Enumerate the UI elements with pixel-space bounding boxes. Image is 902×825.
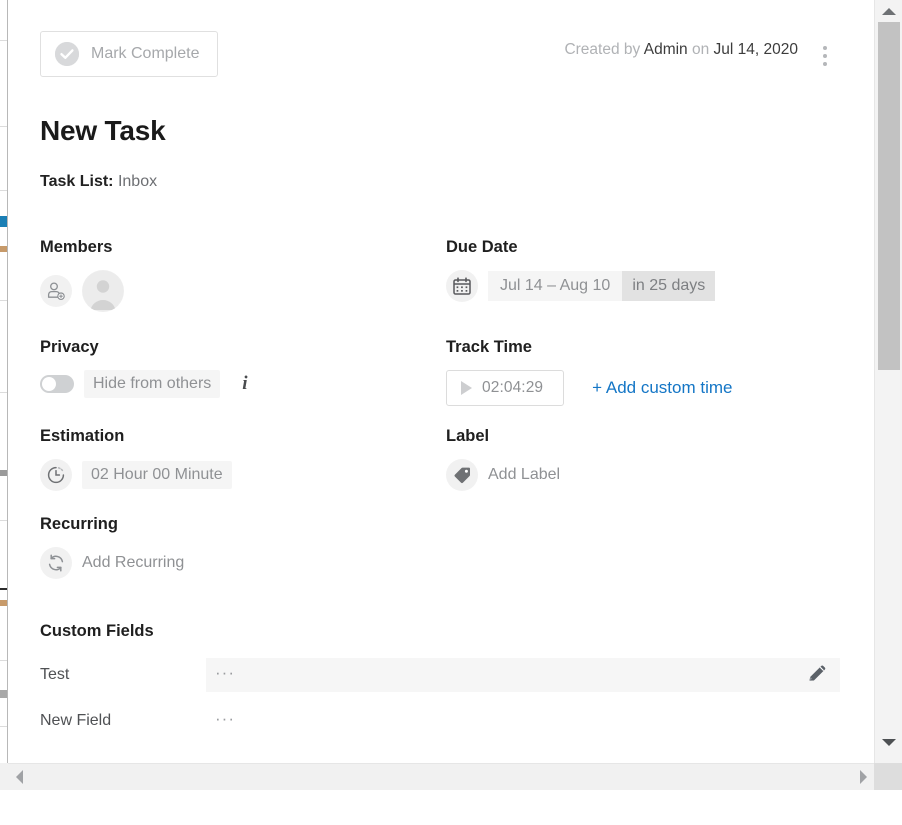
hide-from-others-label: Hide from others <box>84 370 221 398</box>
timer-start-button[interactable]: 02:04:29 <box>446 370 565 406</box>
check-circle-icon <box>55 42 79 66</box>
privacy-heading: Privacy <box>40 338 99 356</box>
created-by-info: Created by Admin on Jul 14, 2020 <box>564 41 798 59</box>
vertical-scrollbar[interactable] <box>874 0 902 763</box>
triangle-right <box>859 770 867 784</box>
track-time-body: 02:04:29 + Add custom time <box>446 370 732 406</box>
custom-fields-heading: Custom Fields <box>40 622 154 640</box>
due-date-value[interactable]: Jul 14 – Aug 10 in 25 days <box>488 271 716 301</box>
panel-edge-fragment <box>0 246 7 252</box>
custom-field-label: Test <box>40 666 70 683</box>
kebab-dot <box>823 54 827 58</box>
panel-edge-fragment <box>0 726 7 727</box>
scroll-up-arrow-icon[interactable] <box>875 0 902 22</box>
avatar[interactable] <box>82 270 124 312</box>
play-icon <box>461 381 472 395</box>
mark-complete-label: Mark Complete <box>91 45 200 62</box>
add-recurring-placeholder[interactable]: Add Recurring <box>82 549 193 577</box>
label-heading: Label <box>446 427 490 445</box>
custom-field-value-cell[interactable]: ··· <box>206 704 840 738</box>
due-date-range: Jul 14 – Aug 10 <box>488 271 623 301</box>
triangle-up <box>881 7 896 15</box>
recurring-heading: Recurring <box>40 515 118 533</box>
triangle-left <box>15 770 23 784</box>
task-list-row: Task List: Inbox <box>40 173 157 191</box>
page-title: New Task <box>40 115 166 146</box>
panel-edge-fragment <box>0 40 7 41</box>
recurring-refresh-icon[interactable] <box>40 547 72 579</box>
kebab-dot <box>823 46 827 50</box>
toggle-knob <box>42 377 56 391</box>
panel-edge-fragment <box>0 470 7 476</box>
task-list-value[interactable]: Inbox <box>118 173 157 190</box>
estimation-heading: Estimation <box>40 427 125 445</box>
triangle-down <box>881 738 896 746</box>
due-date-heading: Due Date <box>446 238 518 256</box>
task-list-key: Task List: <box>40 173 114 190</box>
clock-timer-icon[interactable] <box>40 459 72 491</box>
due-date-body: Jul 14 – Aug 10 in 25 days <box>446 270 716 302</box>
label-body: Add Label <box>446 459 569 491</box>
track-time-heading: Track Time <box>446 338 532 356</box>
recurring-body: Add Recurring <box>40 547 193 579</box>
panel-edge-fragment <box>0 126 7 127</box>
panel-edge-fragment <box>0 216 7 227</box>
kebab-menu-icon[interactable] <box>814 39 836 73</box>
scrollbar-corner <box>874 763 902 790</box>
field-recurring: Recurring Add Recurring <box>40 515 193 579</box>
add-label-placeholder[interactable]: Add Label <box>488 461 569 489</box>
field-members: Members <box>40 238 124 312</box>
scrollbar-left-filler <box>0 763 8 790</box>
panel-edge-fragment <box>0 600 7 606</box>
calendar-icon[interactable] <box>446 270 478 302</box>
add-member-icon[interactable] <box>40 275 72 307</box>
custom-field-value: ··· <box>215 708 235 728</box>
custom-field-value-cell[interactable]: ··· <box>206 658 840 692</box>
created-by-prefix: Created by <box>564 41 644 58</box>
members-heading: Members <box>40 238 113 256</box>
add-custom-time-link[interactable]: + Add custom time <box>592 378 732 398</box>
table-row: New Field ··· <box>40 704 840 738</box>
panel-edge-fragment <box>0 190 7 191</box>
field-label: Label Add Label <box>446 427 569 491</box>
custom-field-label: New Field <box>40 712 112 729</box>
scroll-right-arrow-icon[interactable] <box>852 764 874 790</box>
task-topbar: Mark Complete Created by Admin on Jul 14… <box>40 31 856 79</box>
panel-edge-fragment <box>0 690 7 698</box>
panel-edge-fragment <box>0 660 7 661</box>
created-by-separator: on <box>687 41 714 58</box>
bottom-whitespace <box>0 790 902 825</box>
estimation-value[interactable]: 02 Hour 00 Minute <box>82 461 232 489</box>
panel-edge-fragment <box>0 520 7 521</box>
kebab-dot <box>823 62 827 66</box>
mark-complete-button[interactable]: Mark Complete <box>40 31 219 77</box>
field-privacy: Privacy Hide from others i <box>40 338 248 398</box>
panel-edge-fragment <box>0 300 7 301</box>
table-row: Test ··· <box>40 658 840 692</box>
task-detail-pane: Mark Complete Created by Admin on Jul 14… <box>8 0 874 763</box>
created-by-author: Admin <box>643 41 688 58</box>
panel-edge-fragment <box>0 588 7 590</box>
tag-icon[interactable] <box>446 459 478 491</box>
scroll-down-arrow-icon[interactable] <box>875 731 902 753</box>
panel-edge-fragment <box>0 392 7 393</box>
field-estimation: Estimation 02 Hour 00 Minute <box>40 427 232 491</box>
members-body <box>40 270 124 312</box>
scroll-left-arrow-icon[interactable] <box>8 764 30 790</box>
info-icon[interactable]: i <box>242 373 247 395</box>
field-due-date: Due Date Jul 14 – Aug 10 in 25 days <box>446 238 716 302</box>
timer-elapsed: 02:04:29 <box>482 379 544 396</box>
privacy-body: Hide from others i <box>40 370 248 398</box>
background-panel-edge <box>0 0 8 763</box>
custom-field-value: ··· <box>215 662 235 682</box>
due-date-relative: in 25 days <box>622 271 716 301</box>
hide-from-others-toggle[interactable] <box>40 375 74 393</box>
estimation-body: 02 Hour 00 Minute <box>40 459 232 491</box>
vertical-scroll-thumb[interactable] <box>878 22 900 370</box>
field-track-time: Track Time 02:04:29 + Add custom time <box>446 338 732 406</box>
pencil-edit-icon[interactable] <box>806 662 828 689</box>
created-by-date: Jul 14, 2020 <box>713 41 798 58</box>
horizontal-scrollbar[interactable] <box>8 763 874 790</box>
